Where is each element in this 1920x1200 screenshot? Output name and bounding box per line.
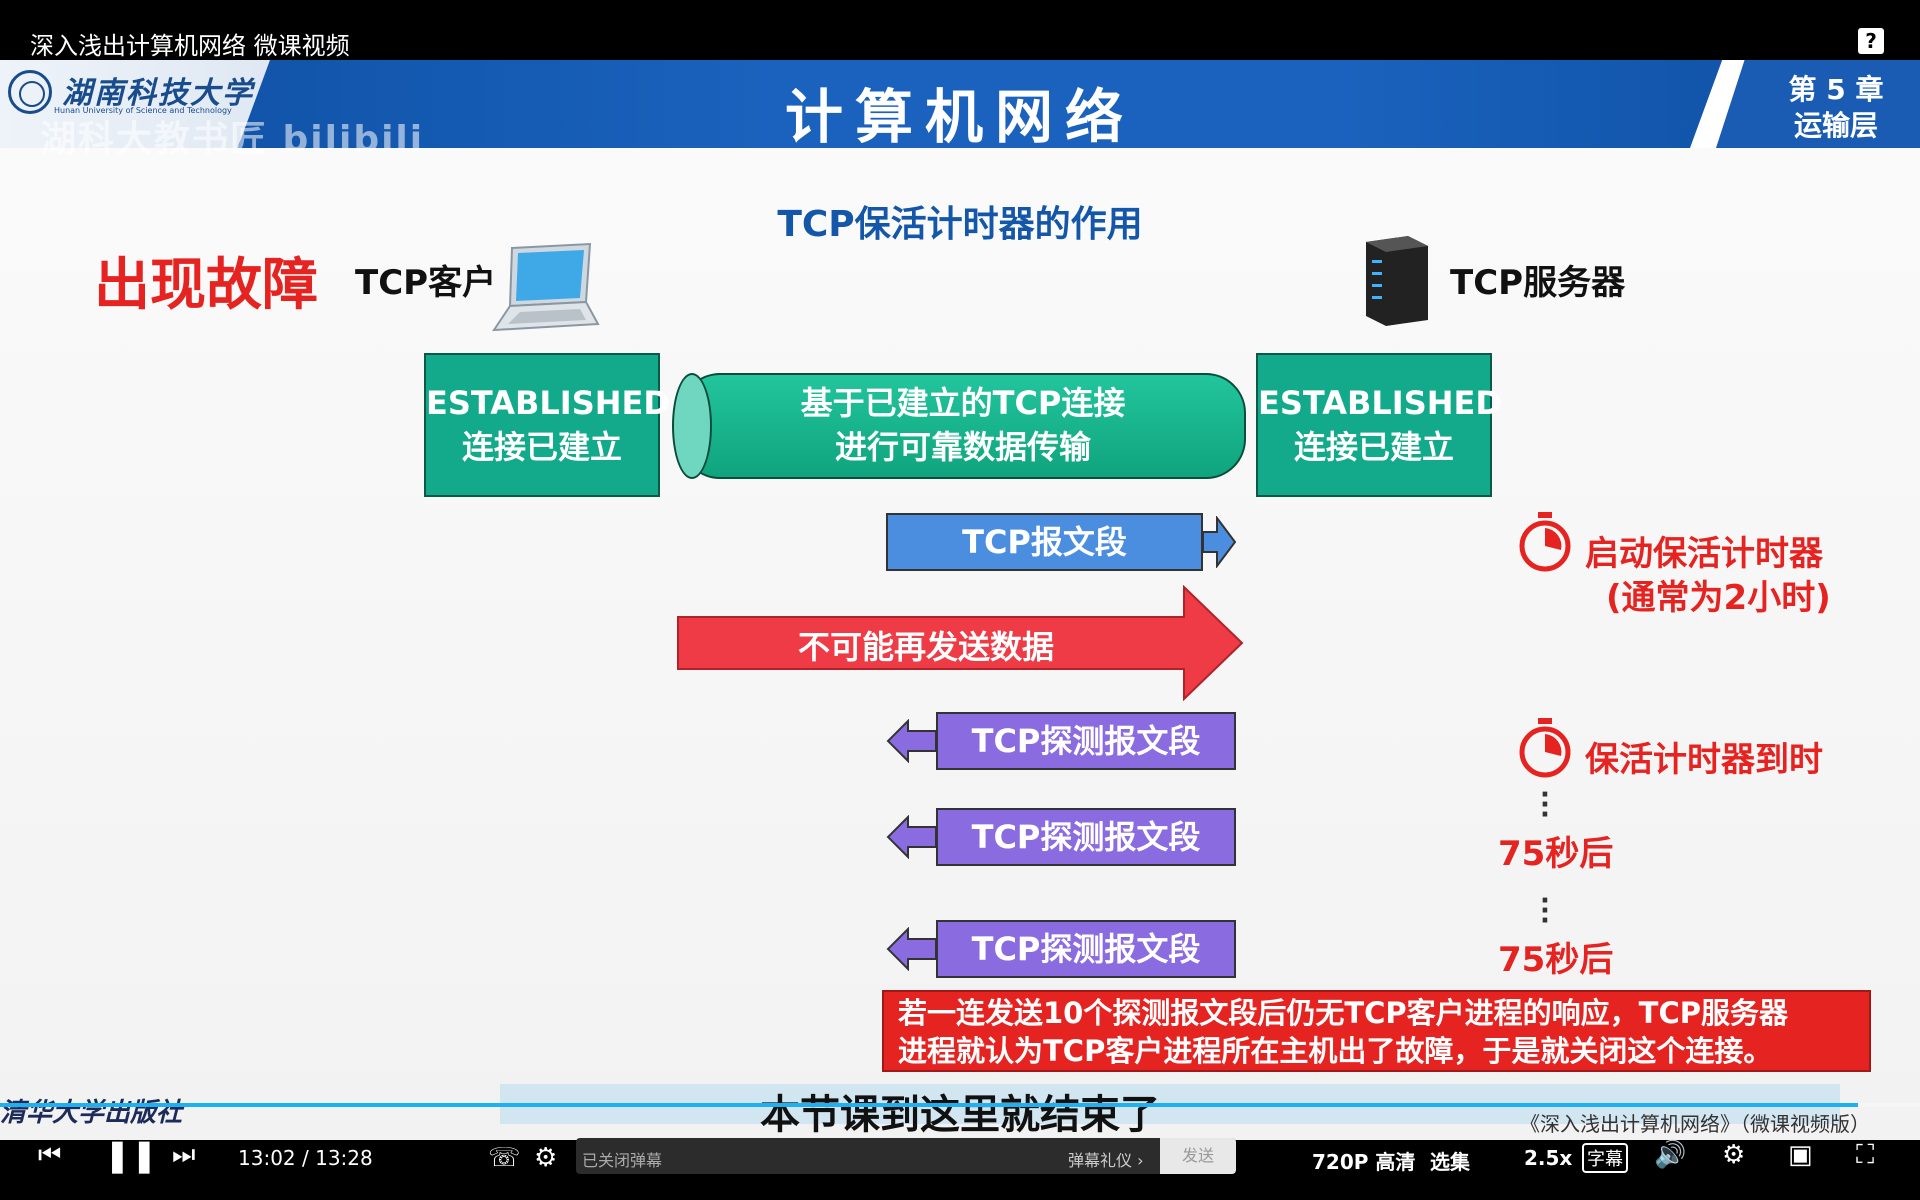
duration: 13:28 [315, 1146, 373, 1170]
left-arrow-icon [886, 719, 937, 763]
danmaku-icon[interactable]: ☏ [488, 1143, 521, 1173]
server-state-desc: 连接已建立 [1293, 428, 1454, 466]
current-time: 13:02 [238, 1146, 296, 1170]
course-title: 计算机网络 [784, 83, 1135, 151]
timer-start-label: 启动保活计时器 [1585, 534, 1823, 574]
server-state-name: ESTABLISHED [1258, 384, 1502, 422]
probe-segment-box: TCP探测报文段 [936, 712, 1236, 770]
cannot-send-label: 不可能再发送数据 [797, 628, 1054, 666]
fault-label: 出现故障 [94, 253, 318, 318]
time-display: 13:02 / 13:28 [238, 1146, 373, 1170]
speed-button[interactable]: 2.5x [1524, 1146, 1572, 1170]
client-state-name: ESTABLISHED [426, 384, 670, 422]
timer-expire-label: 保活计时器到时 [1585, 740, 1823, 780]
danmaku-settings-icon[interactable]: ⚙ [534, 1143, 557, 1173]
danmaku-etiquette-link[interactable]: 弹幕礼仪 › [1068, 1147, 1144, 1171]
next-icon[interactable]: ⏭ [172, 1140, 195, 1171]
quality-button[interactable]: 720P 高清 [1312, 1146, 1415, 1175]
client-state-desc: 连接已建立 [461, 428, 622, 466]
server-state-box: ESTABLISHED 连接已建立 [1256, 353, 1502, 497]
probe-segment-box: TCP探测报文段 [936, 920, 1236, 978]
video-title: 深入浅出计算机网络 微课视频 [30, 32, 350, 60]
fullscreen-icon[interactable]: ⛶ [1856, 1140, 1874, 1171]
left-arrow-icon [886, 927, 937, 971]
connection-pipe: 基于已建立的TCP连接 进行可靠数据传输 [680, 373, 1246, 479]
stopwatch-icon [1519, 512, 1571, 572]
help-icon[interactable]: ? [1858, 28, 1884, 54]
video-caption: 本节课到这里就结束了 [760, 1092, 1160, 1138]
server-label: TCP服务器 [1450, 263, 1626, 303]
pip-icon[interactable]: ▣ [1788, 1140, 1813, 1170]
subtitle-toggle-icon[interactable]: 字幕 [1582, 1143, 1628, 1173]
connection-line-1: 基于已建立的TCP连接 [800, 384, 1126, 422]
pipe-end-cap [672, 373, 712, 479]
left-arrow-icon [886, 815, 937, 859]
volume-icon[interactable]: 🔊 [1654, 1140, 1686, 1170]
interval-label: 75秒后 [1498, 940, 1614, 980]
progress-bar-fill [0, 1103, 1858, 1107]
ellipsis-dots: ··· [1540, 780, 1550, 830]
right-arrow-icon [1203, 516, 1237, 568]
connection-line-2: 进行可靠数据传输 [834, 428, 1091, 466]
laptop-icon [492, 242, 600, 332]
client-state-box: ESTABLISHED 连接已建立 [424, 353, 670, 497]
probe-segment-box: TCP探测报文段 [936, 808, 1236, 866]
conclusion-line-1: 若一连发送10个探测报文段后仍无TCP客户进程的响应，TCP服务器 [898, 996, 1788, 1030]
pause-icon[interactable]: ❚❚ [104, 1136, 158, 1174]
time-separator: / [302, 1146, 309, 1170]
stopwatch-icon [1519, 718, 1571, 778]
chapter-number: 第 5 章 [1788, 73, 1884, 106]
chapter-name: 运输层 [1793, 109, 1878, 142]
send-button[interactable]: 发送 [1160, 1138, 1236, 1174]
interval-label: 75秒后 [1498, 834, 1614, 874]
episodes-button[interactable]: 选集 [1430, 1146, 1470, 1175]
tcp-segment-box: TCP报文段 [886, 513, 1203, 571]
timer-start-note: (通常为2小时) [1606, 578, 1831, 618]
video-frame[interactable]: 湖南科技大学 Hunan University of Science and T… [0, 60, 1920, 1140]
gear-icon[interactable]: ⚙ [1722, 1140, 1745, 1170]
client-label: TCP客户 [355, 263, 497, 303]
ellipsis-dots: ··· [1540, 886, 1550, 936]
conclusion-line-2: 进程就认为TCP客户进程所在主机出了故障，于是就关闭这个连接。 [898, 1034, 1773, 1068]
danmaku-placeholder: 已关闭弹幕 [582, 1151, 663, 1170]
prev-icon[interactable]: ⏮ [38, 1140, 61, 1171]
server-icon [1366, 236, 1428, 326]
conclusion-box: 若一连发送10个探测报文段后仍无TCP客户进程的响应，TCP服务器 进程就认为T… [882, 990, 1871, 1072]
